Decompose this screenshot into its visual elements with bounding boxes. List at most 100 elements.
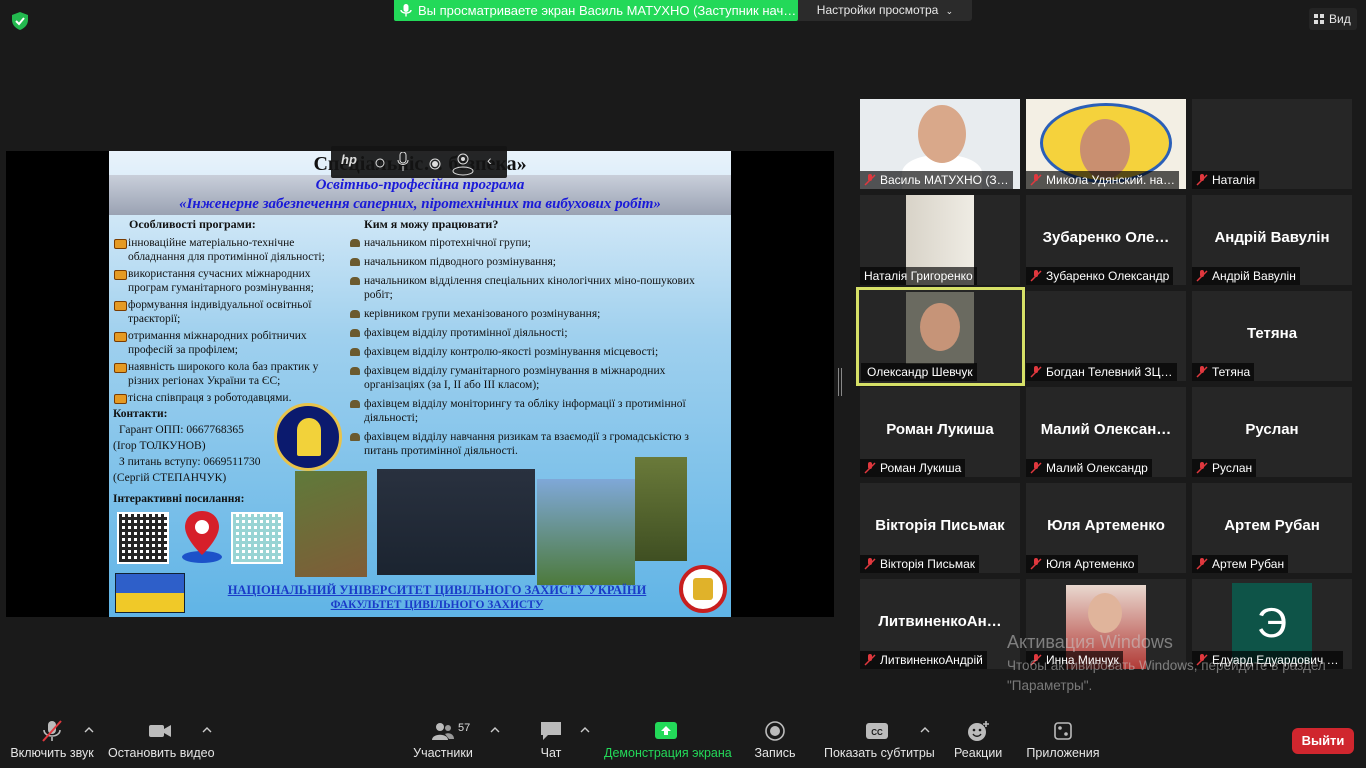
share-screen-button[interactable]: Демонстрация экрана	[604, 720, 732, 760]
slide-subtitle-2: «Інженерне забезпечення саперних, піроте…	[179, 196, 661, 212]
reactions-button[interactable]: Реакции	[954, 720, 1002, 760]
stop-video-button[interactable]: Остановить видео	[108, 720, 215, 760]
participant-name-label: Василь МАТУХНО (З…	[860, 171, 1013, 189]
faculty-name: ФАКУЛЬТЕТ ЦИВІЛЬНОГО ЗАХИСТУ	[330, 599, 544, 611]
leave-meeting-button[interactable]: Выйти	[1292, 728, 1354, 754]
flag-image	[115, 573, 185, 613]
split-view-handle[interactable]	[838, 368, 842, 396]
participant-tile[interactable]: Артем Рубан Артем Рубан	[1192, 483, 1352, 573]
show-captions-button[interactable]: CC Показать субтитры	[824, 720, 935, 760]
circle-icon[interactable]	[375, 158, 385, 168]
participant-name: Микола Удянский. на…	[1046, 173, 1175, 187]
participant-tile[interactable]: Богдан Телевний ЗЦ…	[1026, 291, 1186, 381]
feature-item: формування індивідуальної освітньої трає…	[113, 298, 341, 326]
participants-count: 57	[458, 722, 471, 734]
presentation-slide: Спеціальніс… безпека» Освітньо-професійн…	[109, 151, 731, 617]
view-button-label: Вид	[1329, 12, 1351, 26]
faculty-emblem	[274, 403, 342, 471]
stop-video-label: Остановить видео	[108, 746, 215, 760]
feature-item: використання сучасних міжнародних програ…	[113, 267, 341, 295]
share-banner-text: Вы просматриваете экран Василь МАТУХНО (…	[418, 3, 797, 18]
participant-tile[interactable]: Тетяна Тетяна	[1192, 291, 1352, 381]
university-name: НАЦІОНАЛЬНИЙ УНІВЕРСИТЕТ ЦИВІЛЬНОГО ЗАХИ…	[227, 583, 647, 597]
svg-text:CC: CC	[871, 728, 883, 737]
screen-share-banner[interactable]: Вы просматриваете экран Василь МАТУХНО (…	[394, 0, 798, 21]
windows-activation-text: Чтобы активировать Windows, перейдите в …	[1007, 658, 1326, 693]
participant-display-name: Артем Рубан	[1224, 517, 1320, 534]
chevron-up-icon[interactable]	[920, 726, 930, 734]
participant-tile[interactable]: Юля Артеменко Юля Артеменко	[1026, 483, 1186, 573]
participant-tile[interactable]: ЛитвиненкоАн… ЛитвиненкоАндрій	[860, 579, 1020, 669]
participant-tile[interactable]: Наталія	[1192, 99, 1352, 189]
record-button[interactable]: Запись	[754, 720, 796, 760]
participant-tile[interactable]: Вікторія Письмак Вікторія Письмак	[860, 483, 1020, 573]
muted-mic-icon	[1196, 366, 1208, 378]
muted-microphone-icon	[42, 720, 62, 742]
chevron-up-icon[interactable]	[84, 726, 94, 734]
hp-logo-icon[interactable]: hp	[341, 152, 357, 167]
unmute-button[interactable]: Включить звук	[10, 720, 94, 760]
chevron-up-icon[interactable]	[580, 726, 590, 734]
feature-item: наявність широкого кола баз практик у рі…	[113, 360, 341, 388]
participant-display-name: Тетяна	[1246, 325, 1298, 342]
participant-tile[interactable]: Микола Удянский. на…	[1026, 99, 1186, 189]
feature-item: отримання міжнародних робітничих професі…	[113, 329, 341, 357]
features-list: інноваційне матеріально-технічне обладна…	[113, 236, 341, 408]
chevron-up-icon[interactable]	[202, 726, 212, 734]
video-camera-icon	[149, 725, 171, 737]
reactions-label: Реакции	[954, 746, 1003, 760]
hp-floating-toolbar[interactable]: hp ‹	[331, 146, 507, 178]
participant-name: Андрій Вавулін	[1212, 269, 1296, 283]
participant-name: Руслан	[1212, 461, 1253, 475]
participant-tile[interactable]: Руслан Руслан	[1192, 387, 1352, 477]
view-settings-dropdown[interactable]: Настройки просмотра ⌄	[798, 0, 972, 21]
participant-name-label: Богдан Телевний ЗЦ…	[1026, 363, 1177, 381]
contact-line: Гарант ОПП: 0667768365	[119, 424, 244, 436]
job-item: фахівцем відділу протимінної діяльності;	[349, 326, 719, 340]
muted-mic-icon	[864, 654, 876, 666]
security-shield-icon[interactable]	[12, 12, 28, 30]
participant-name: Олександр Шевчук	[867, 365, 973, 379]
map-pin-icon	[182, 511, 222, 563]
muted-mic-icon	[1030, 174, 1042, 186]
participant-name: Тетяна	[1212, 365, 1251, 379]
camera-icon[interactable]	[451, 150, 475, 176]
job-item: начальником піротехнічної групи;	[349, 236, 719, 250]
participant-name-label: Наталія Григоренко	[860, 267, 977, 285]
participant-name: Роман Лукиша	[880, 461, 962, 475]
muted-mic-icon	[1030, 366, 1042, 378]
participant-tile[interactable]: Малий Олексан… Малий Олександр	[1026, 387, 1186, 477]
participant-name: Наталія	[1212, 173, 1256, 187]
record-dot-icon[interactable]	[429, 158, 441, 170]
muted-mic-icon	[1030, 462, 1042, 474]
participant-display-name: Вікторія Письмак	[875, 517, 1005, 534]
shared-screen[interactable]: Спеціальніс… безпека» Освітньо-професійн…	[6, 151, 834, 617]
participant-face	[920, 303, 960, 351]
job-item: фахівцем відділу контролю-якості розміну…	[349, 345, 719, 359]
participant-name: Зубаренко Олександр	[1046, 269, 1170, 283]
chat-button[interactable]: Чат	[536, 720, 566, 760]
contacts-block: Контакти: Гарант ОПП: 0667768365 (Ігор Т…	[113, 406, 283, 486]
microphone-icon[interactable]	[397, 152, 409, 172]
qr-code-image	[117, 512, 169, 564]
participant-tile[interactable]: Наталія Григоренко	[860, 195, 1020, 285]
job-item: фахівцем відділу моніторингу та обліку і…	[349, 397, 719, 425]
meeting-toolbar: Включить звук Остановить видео Участники…	[0, 712, 1366, 768]
jobs-list: начальником піротехнічної групи; начальн…	[349, 236, 719, 463]
chevron-left-icon[interactable]: ‹	[487, 152, 492, 168]
chevron-up-icon[interactable]	[490, 726, 500, 734]
view-button[interactable]: Вид	[1309, 8, 1357, 30]
share-screen-label: Демонстрация экрана	[604, 746, 732, 760]
apps-label: Приложения	[1026, 746, 1100, 760]
participant-name-label: Малий Олександр	[1026, 459, 1152, 477]
participant-face	[1088, 593, 1122, 633]
participant-tile[interactable]: Роман Лукиша Роман Лукиша	[860, 387, 1020, 477]
job-item: фахівцем відділу навчання ризикам та вза…	[349, 430, 719, 458]
apps-button[interactable]: Приложения	[1026, 720, 1100, 760]
participant-tile[interactable]: Василь МАТУХНО (З…	[860, 99, 1020, 189]
participant-tile[interactable]: Зубаренко Оле… Зубаренко Олександр	[1026, 195, 1186, 285]
muted-mic-icon	[1030, 558, 1042, 570]
participant-tile[interactable]: Андрій Вавулін Андрій Вавулін	[1192, 195, 1352, 285]
participant-tile-active-speaker[interactable]: Олександр Шевчук	[856, 287, 1025, 386]
feature-item: інноваційне матеріально-технічне обладна…	[113, 236, 341, 264]
